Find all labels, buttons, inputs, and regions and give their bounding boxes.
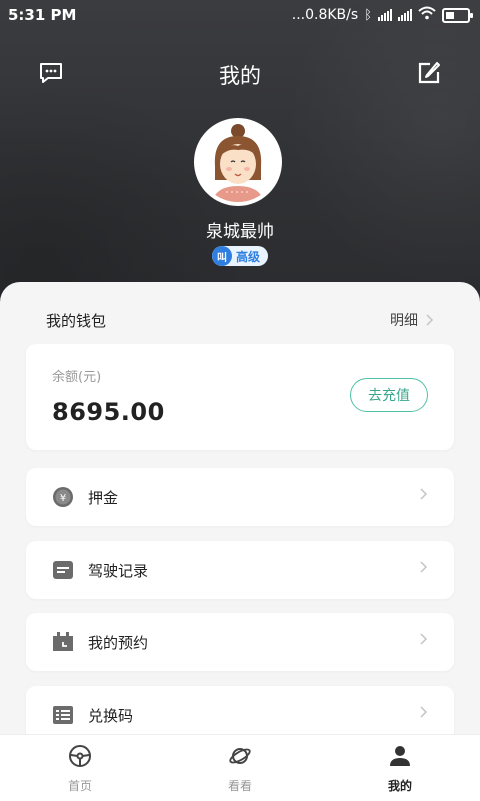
level-mark: 叫	[212, 246, 232, 266]
chevron-right-icon	[426, 311, 434, 330]
signal-icon	[378, 9, 392, 21]
wallet-detail-label: 明细	[390, 313, 418, 329]
edit-icon[interactable]	[416, 60, 442, 86]
chevron-right-icon	[420, 558, 428, 577]
steering-wheel-icon	[69, 745, 91, 767]
wallet-detail-link[interactable]: 明细	[390, 310, 434, 330]
menu-item-label: 押金	[88, 489, 119, 507]
menu-item-label: 驾驶记录	[88, 562, 149, 580]
menu-item-deposit[interactable]: ¥ 押金	[26, 468, 454, 526]
bottom-tab-bar: 首页 看看 我的	[0, 734, 480, 801]
deposit-icon: ¥	[52, 486, 74, 508]
level-badge-label: 高级	[236, 249, 261, 264]
level-badge: 叫 高级	[212, 246, 268, 266]
redeem-code-icon	[52, 704, 74, 726]
tab-label: 首页	[67, 779, 92, 793]
wifi-icon	[418, 6, 436, 24]
tab-label: 看看	[227, 779, 252, 793]
user-icon	[390, 746, 410, 766]
menu-item-reservation[interactable]: 我的预约	[26, 613, 454, 671]
chevron-right-icon	[420, 485, 428, 504]
balance-amount: 8695.00	[52, 398, 165, 426]
profile-header: 5:31 PM ...0.8KB/s ᛒ 我的 泉城最帅 叫 高级	[0, 0, 480, 330]
tab-home[interactable]: 首页	[0, 735, 160, 801]
chevron-right-icon	[420, 630, 428, 649]
wallet-header: 我的钱包 明细	[46, 310, 434, 334]
reservation-icon	[52, 631, 74, 653]
tab-label: 我的	[387, 779, 412, 793]
signal-icon	[398, 9, 412, 21]
menu-item-label: 我的预约	[88, 634, 149, 652]
page-title: 我的	[219, 64, 261, 88]
wallet-title: 我的钱包	[46, 312, 107, 330]
status-bar: 5:31 PM ...0.8KB/s ᛒ	[0, 0, 480, 28]
driving-record-icon	[52, 559, 74, 581]
recharge-button[interactable]: 去充值	[350, 378, 428, 412]
tab-mine[interactable]: 我的	[320, 735, 480, 801]
balance-label: 余额(元)	[52, 370, 102, 385]
network-speed: ...0.8KB/s	[291, 7, 359, 23]
bluetooth-icon: ᛒ	[364, 7, 372, 23]
tab-explore[interactable]: 看看	[160, 735, 320, 801]
svg-text:¥: ¥	[60, 493, 66, 504]
menu-item-driving-record[interactable]: 驾驶记录	[26, 541, 454, 599]
username: 泉城最帅	[206, 222, 274, 242]
status-indicators: ...0.8KB/s ᛒ	[291, 6, 473, 24]
chevron-right-icon	[420, 703, 428, 722]
status-time: 5:31 PM	[8, 6, 77, 24]
menu-item-label: 兑换码	[88, 707, 134, 725]
balance-card: 余额(元) 8695.00 去充值	[26, 344, 454, 450]
planet-icon	[229, 748, 251, 764]
avatar[interactable]	[194, 118, 282, 206]
main-content: 我的钱包 明细 余额(元) 8695.00 去充值 ¥ 押金 驾驶记录 我的预约…	[0, 282, 480, 752]
battery-icon	[442, 7, 473, 23]
